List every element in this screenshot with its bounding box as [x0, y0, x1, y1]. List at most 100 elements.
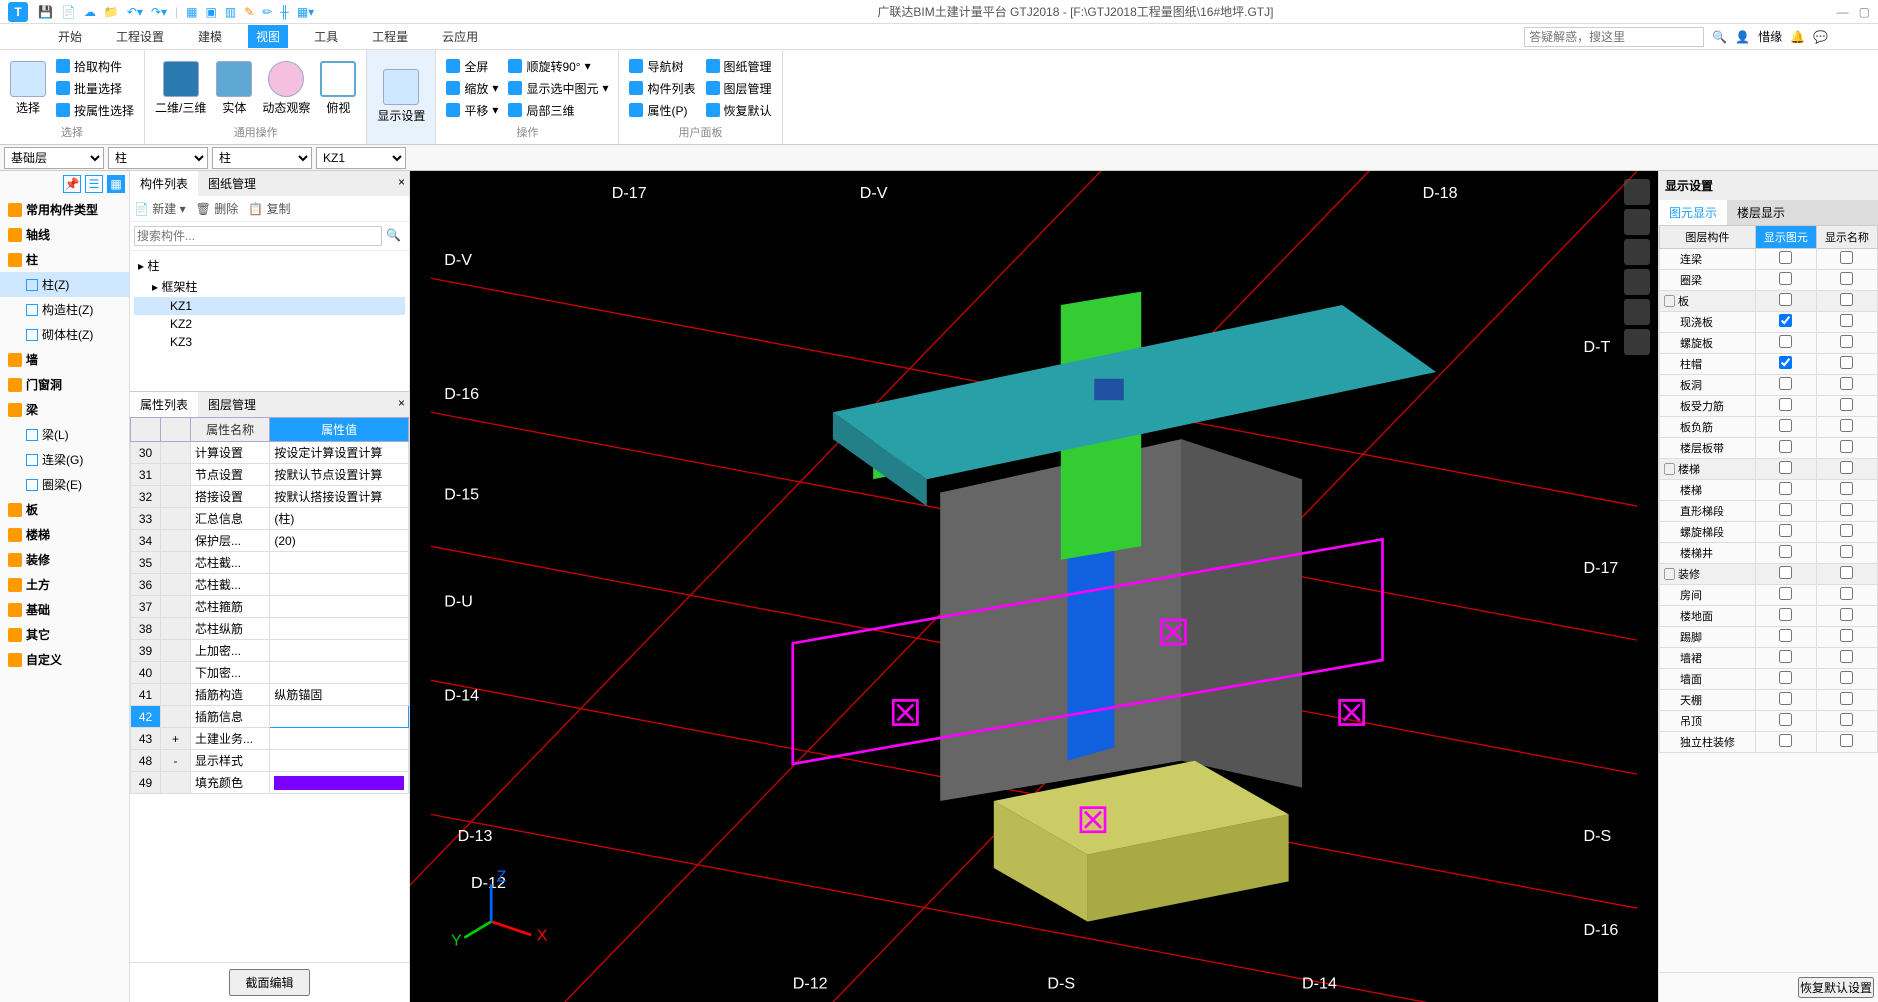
- layer-row[interactable]: 楼梯: [1660, 480, 1878, 501]
- select-by-property-button[interactable]: 按属性选择: [54, 101, 136, 120]
- maximize-button[interactable]: ▢: [1859, 5, 1870, 19]
- nav-item[interactable]: 梁(L): [0, 422, 129, 447]
- top-view-button[interactable]: 俯视: [318, 59, 358, 118]
- menu-view[interactable]: 视图: [248, 25, 288, 48]
- layer-row[interactable]: 圈梁: [1660, 270, 1878, 291]
- show-element-checkbox[interactable]: [1779, 734, 1792, 747]
- show-element-checkbox[interactable]: [1779, 377, 1792, 390]
- expand-toggle[interactable]: -: [161, 750, 191, 772]
- nav-item[interactable]: 楼梯: [0, 522, 129, 547]
- layer-row[interactable]: 楼地面: [1660, 606, 1878, 627]
- restore-default-button[interactable]: 恢复默认设置: [1798, 977, 1874, 998]
- qat-tool5-icon[interactable]: ✏: [262, 5, 272, 19]
- qat-folder-icon[interactable]: 📁: [104, 5, 119, 19]
- show-name-checkbox[interactable]: [1840, 629, 1853, 642]
- nav-item[interactable]: 基础: [0, 597, 129, 622]
- show-name-checkbox[interactable]: [1840, 734, 1853, 747]
- nav-item[interactable]: 土方: [0, 572, 129, 597]
- property-value[interactable]: [270, 640, 409, 662]
- nav-list-icon[interactable]: ☰: [85, 175, 103, 193]
- nav-tree-button[interactable]: 导航树: [627, 57, 697, 76]
- property-value[interactable]: 按默认节点设置计算: [270, 464, 409, 486]
- layer-row[interactable]: 天棚: [1660, 690, 1878, 711]
- nav-item[interactable]: 柱(Z): [0, 272, 129, 297]
- property-row[interactable]: 37芯柱箍筋: [131, 596, 409, 618]
- property-row[interactable]: 42插筋信息: [131, 706, 409, 728]
- property-row[interactable]: 35芯柱截...: [131, 552, 409, 574]
- property-row[interactable]: 38芯柱纵筋: [131, 618, 409, 640]
- property-row[interactable]: 49填充颜色: [131, 772, 409, 794]
- show-name-checkbox[interactable]: [1840, 419, 1853, 432]
- layer-row[interactable]: 墙裙: [1660, 648, 1878, 669]
- show-name-checkbox[interactable]: [1840, 671, 1853, 684]
- tab-component-list[interactable]: 构件列表: [130, 171, 198, 196]
- layer-row[interactable]: 现浇板: [1660, 312, 1878, 333]
- property-value[interactable]: [270, 706, 409, 728]
- nav-item[interactable]: 圈梁(E): [0, 472, 129, 497]
- nav-zoom-icon[interactable]: [1624, 329, 1650, 355]
- nav-item[interactable]: 装修: [0, 547, 129, 572]
- qat-redo-icon[interactable]: ↷▾: [151, 5, 167, 19]
- qat-ruler-icon[interactable]: ╫: [280, 5, 289, 19]
- layer-row[interactable]: 房间: [1660, 585, 1878, 606]
- panel-close-button[interactable]: ×: [394, 171, 409, 196]
- show-name-checkbox[interactable]: [1840, 335, 1853, 348]
- property-row[interactable]: 30计算设置按设定计算设置计算: [131, 442, 409, 464]
- show-element-checkbox[interactable]: [1779, 545, 1792, 558]
- tab-element-display[interactable]: 图元显示: [1659, 200, 1727, 225]
- group-show-checkbox[interactable]: [1779, 566, 1792, 579]
- qat-undo-icon[interactable]: ↶▾: [127, 5, 143, 19]
- nav-hand-icon[interactable]: [1624, 299, 1650, 325]
- show-name-checkbox[interactable]: [1840, 482, 1853, 495]
- show-name-checkbox[interactable]: [1840, 398, 1853, 411]
- minimize-button[interactable]: —: [1837, 5, 1849, 19]
- tree-item[interactable]: KZ1: [134, 297, 405, 315]
- display-settings-button[interactable]: 显示设置: [375, 67, 427, 126]
- nav-rotate-icon[interactable]: [1624, 269, 1650, 295]
- component-search-input[interactable]: [134, 226, 382, 246]
- select-button[interactable]: 选择: [8, 59, 48, 118]
- show-element-checkbox[interactable]: [1779, 356, 1792, 369]
- rotate90-button[interactable]: 顺旋转90° ▾: [506, 57, 610, 76]
- qat-tool4-icon[interactable]: ✎: [244, 5, 254, 19]
- menu-modeling[interactable]: 建模: [190, 25, 230, 48]
- qat-tool1-icon[interactable]: ▦: [186, 5, 197, 19]
- layer-row[interactable]: 螺旋板: [1660, 333, 1878, 354]
- fullscreen-button[interactable]: 全屏: [444, 57, 500, 76]
- tab-property-list[interactable]: 属性列表: [130, 392, 198, 417]
- layer-row[interactable]: 板负筋: [1660, 417, 1878, 438]
- panel-close-button[interactable]: ×: [394, 392, 409, 417]
- property-value[interactable]: [270, 750, 409, 772]
- floor-select[interactable]: 基础层: [4, 147, 104, 169]
- property-value[interactable]: 按设定计算设置计算: [270, 442, 409, 464]
- pan-button[interactable]: 平移 ▾: [444, 101, 500, 120]
- qat-open-icon[interactable]: 📄: [61, 5, 76, 19]
- property-value[interactable]: [270, 552, 409, 574]
- show-name-checkbox[interactable]: [1840, 272, 1853, 285]
- type-select[interactable]: 柱: [212, 147, 312, 169]
- user-icon[interactable]: 👤: [1735, 30, 1750, 44]
- name-select[interactable]: KZ1: [316, 147, 406, 169]
- property-value[interactable]: [270, 728, 409, 750]
- nav-item[interactable]: 构造柱(Z): [0, 297, 129, 322]
- restore-default-button[interactable]: 恢复默认: [704, 101, 774, 120]
- expand-toggle[interactable]: +: [161, 728, 191, 750]
- tree-item[interactable]: KZ3: [134, 333, 405, 351]
- show-name-checkbox[interactable]: [1840, 692, 1853, 705]
- show-element-checkbox[interactable]: [1779, 587, 1792, 600]
- show-element-checkbox[interactable]: [1779, 713, 1792, 726]
- property-row[interactable]: 33汇总信息(柱): [131, 508, 409, 530]
- show-name-checkbox[interactable]: [1840, 251, 1853, 264]
- show-element-checkbox[interactable]: [1779, 503, 1792, 516]
- show-element-checkbox[interactable]: [1779, 272, 1792, 285]
- menu-project-settings[interactable]: 工程设置: [108, 25, 172, 48]
- group-show-checkbox[interactable]: [1779, 461, 1792, 474]
- tab-floor-display[interactable]: 楼层显示: [1727, 200, 1795, 225]
- property-value[interactable]: [270, 596, 409, 618]
- tab-drawing-manage[interactable]: 图纸管理: [198, 171, 266, 196]
- show-element-checkbox[interactable]: [1779, 629, 1792, 642]
- 3d-viewport[interactable]: D-17D-VD-18 D-VD-16D-15 D-UD-14D-13 D-12…: [410, 171, 1658, 1002]
- nav-item[interactable]: 轴线: [0, 222, 129, 247]
- show-name-checkbox[interactable]: [1840, 503, 1853, 516]
- nav-item[interactable]: 连梁(G): [0, 447, 129, 472]
